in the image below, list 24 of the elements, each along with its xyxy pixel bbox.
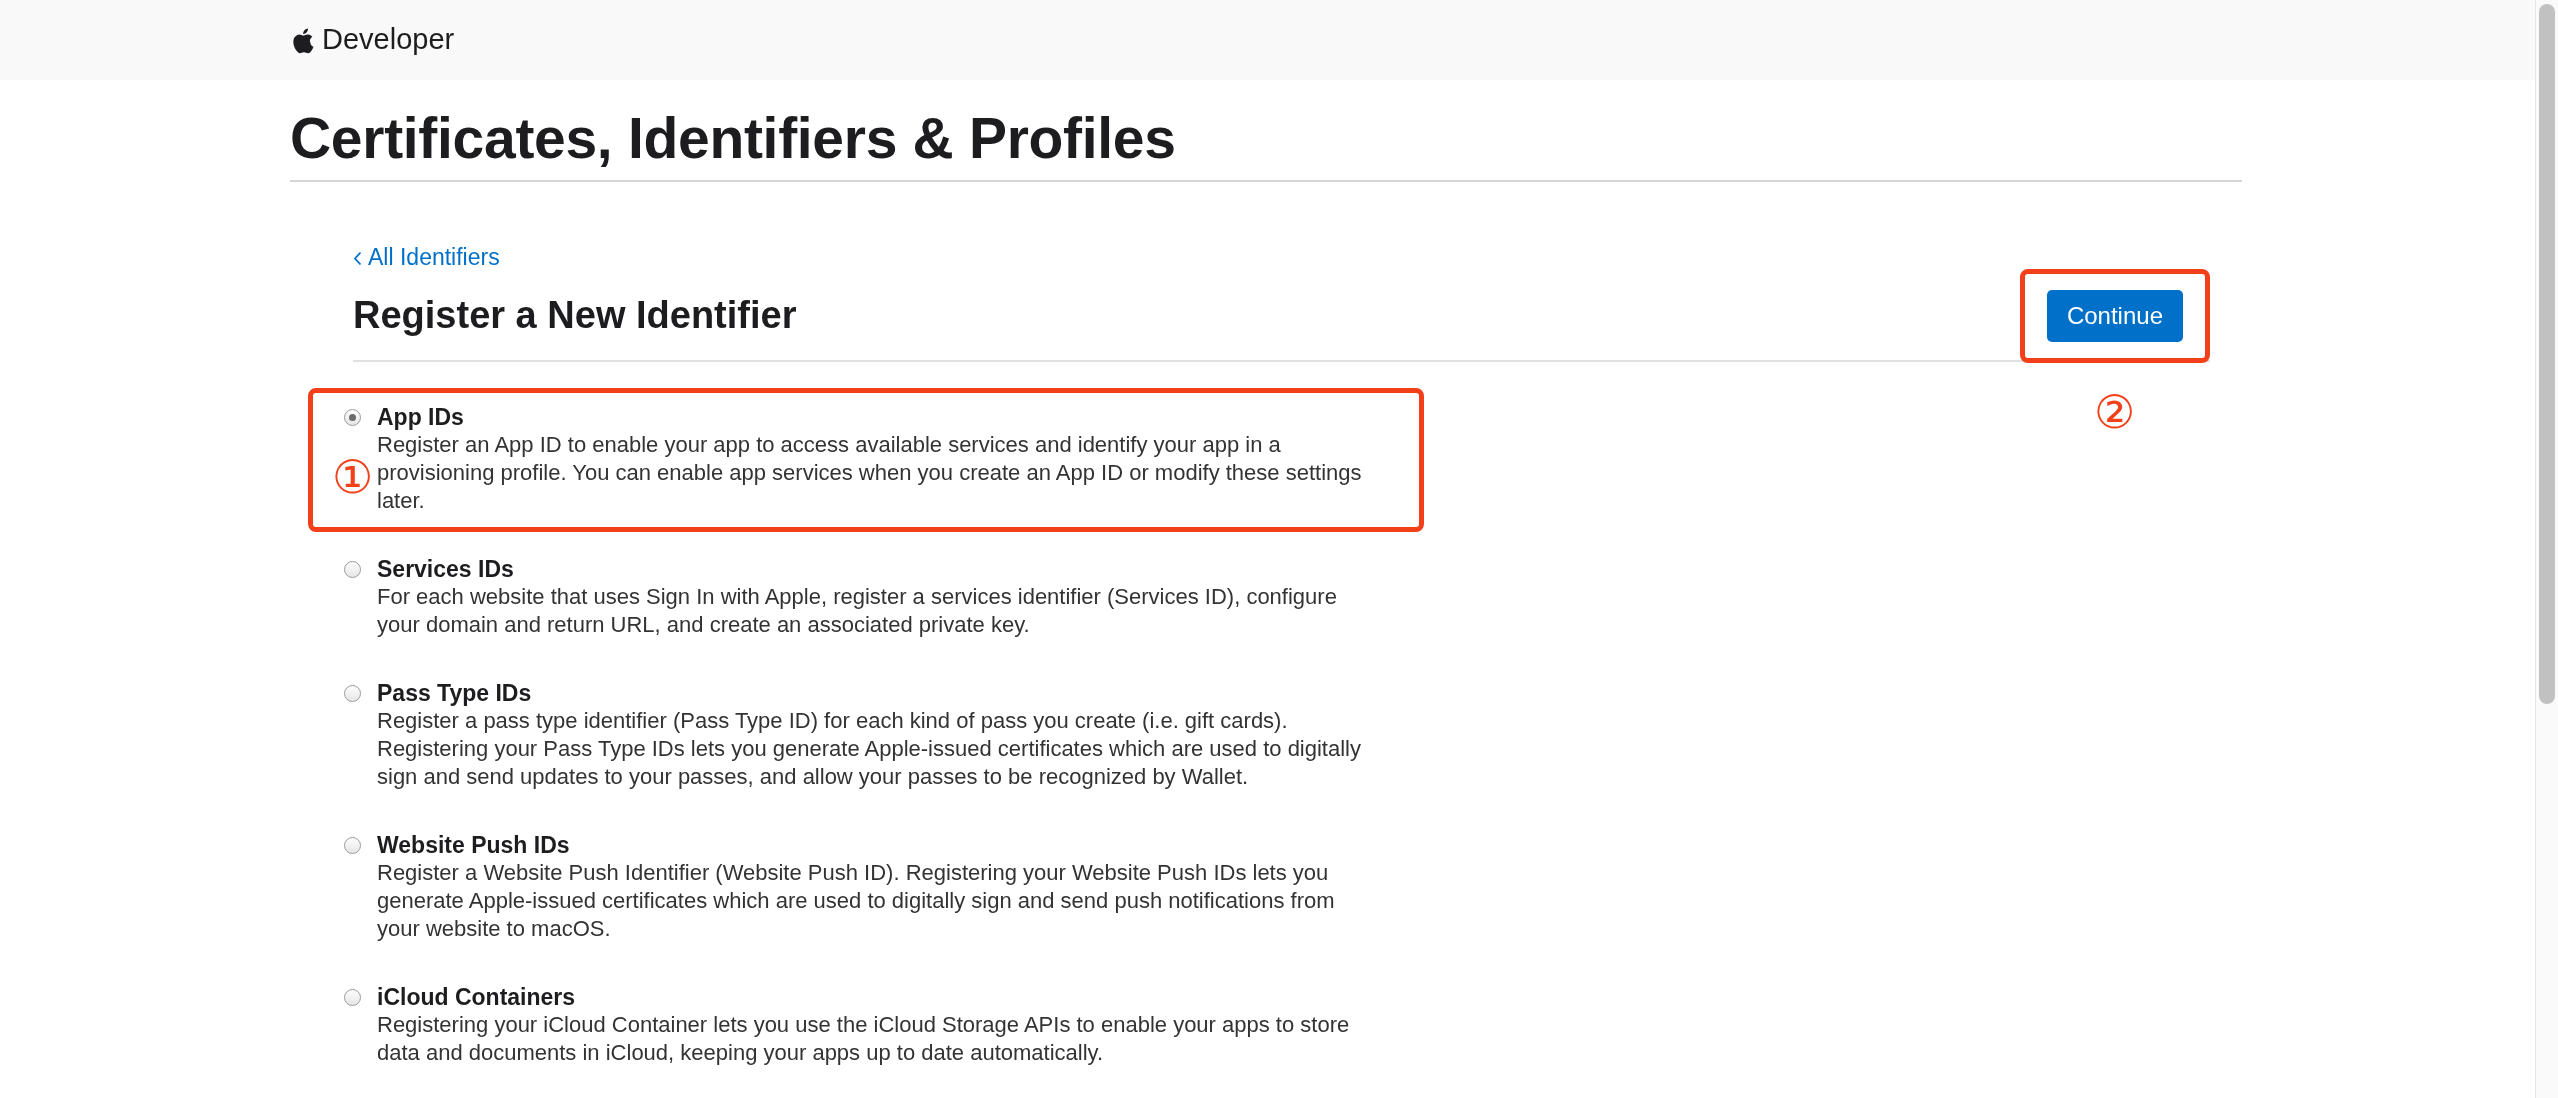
- option-title: Website Push IDs: [377, 831, 571, 860]
- continue-button[interactable]: Continue: [2046, 289, 2183, 342]
- step-number: ②: [2094, 388, 2136, 435]
- page-title: Certificates, Identifiers & Profiles: [290, 104, 2242, 183]
- step-number: ①: [331, 454, 373, 501]
- chevron-left-icon[interactable]: [353, 251, 362, 267]
- option-title: App IDs: [377, 403, 465, 432]
- radio-button[interactable]: [343, 561, 361, 579]
- option-title: Pass Type IDs: [377, 679, 533, 708]
- option-description: Registering your iCloud Container lets you use the iCloud Storage APIs to enable your apps to store data and documents in iCloud, keeping your apps up to date automatically.: [377, 1011, 1351, 1068]
- radio-button[interactable]: [343, 685, 361, 703]
- option-description: Register a pass type identifier (Pass Type ID) for each kind of pass you create (i.e. gift cards). Registering your Pass Type IDs lets you generate Apple-issued certificates which are used to digitally sign and send updates to your passes, and allow your passes to be recognized by Wallet.: [377, 707, 1362, 792]
- radio-button[interactable]: [343, 837, 361, 855]
- radio-button[interactable]: [343, 989, 361, 1007]
- option-description: Register a Website Push Identifier (Website Push ID). Registering your Website Push IDs lets you generate Apple-issued certificates which are used to digitally sign and send push notifications from your website to macOS.: [377, 859, 1336, 944]
- option-description: Register an App ID to enable your app to access available services and identify your app in a provisioning profile. You can enable app services when you create an App ID or modify these settings later.: [377, 431, 1362, 516]
- scrollbar-thumb[interactable]: [2539, 4, 2555, 704]
- section-title: Register a New Identifier: [353, 292, 797, 338]
- option-title: Services IDs: [377, 555, 515, 584]
- option-title: iCloud Containers: [377, 983, 577, 1012]
- radio-button[interactable]: [343, 409, 361, 427]
- option-description: For each website that uses Sign In with Apple, register a services identifier (Services ID), configure your domain and return URL, and create an associated private key.: [377, 583, 1338, 640]
- brand-name[interactable]: Developer: [322, 18, 455, 62]
- back-link[interactable]: All Identifiers: [368, 244, 500, 271]
